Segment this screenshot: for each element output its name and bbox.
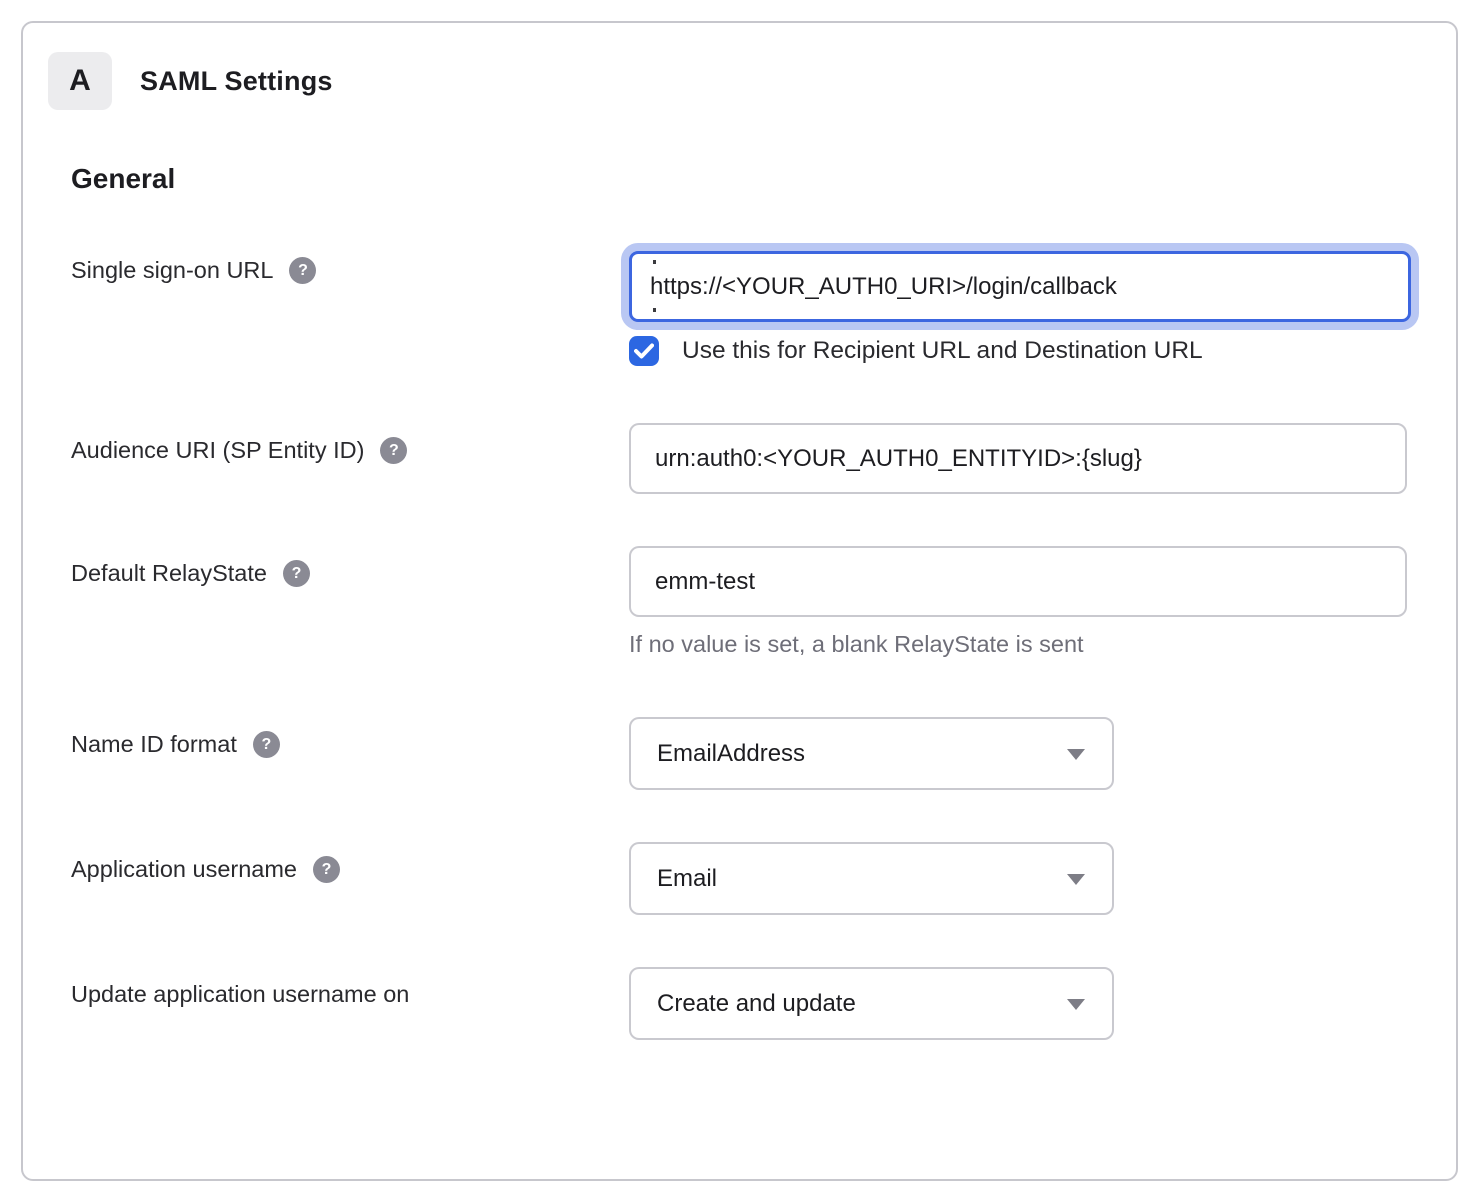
- row-single-sign-on-url: Single sign-on URL ? Use this for Recipi…: [71, 243, 1456, 366]
- row-update-app-username: Update application username on Create an…: [71, 967, 1456, 1040]
- audience-uri-label: Audience URI (SP Entity ID): [71, 436, 364, 464]
- help-icon[interactable]: ?: [283, 560, 310, 587]
- control-col: If no value is set, a blank RelayState i…: [629, 546, 1456, 658]
- app-username-select[interactable]: Email: [629, 842, 1114, 915]
- sso-url-label: Single sign-on URL: [71, 256, 273, 284]
- sso-url-input[interactable]: [629, 251, 1411, 322]
- help-icon[interactable]: ?: [253, 731, 280, 758]
- caret-down-icon: [1067, 749, 1085, 760]
- label-col: Single sign-on URL ?: [71, 243, 629, 366]
- label-col: Update application username on: [71, 967, 629, 1040]
- name-id-format-select[interactable]: EmailAddress: [629, 717, 1114, 790]
- help-icon[interactable]: ?: [289, 257, 316, 284]
- general-section-heading: General: [71, 163, 1456, 195]
- update-app-username-value: Create and update: [657, 990, 856, 1018]
- update-app-username-select[interactable]: Create and update: [629, 967, 1114, 1040]
- caret-down-icon: [1067, 874, 1085, 885]
- audience-uri-input[interactable]: [629, 423, 1407, 494]
- caret-down-icon: [1067, 999, 1085, 1010]
- row-audience-uri: Audience URI (SP Entity ID) ?: [71, 423, 1456, 494]
- update-app-username-label: Update application username on: [71, 980, 409, 1008]
- control-col: Use this for Recipient URL and Destinati…: [629, 243, 1456, 366]
- help-icon[interactable]: ?: [380, 437, 407, 464]
- control-col: [629, 423, 1456, 494]
- control-col: EmailAddress: [629, 717, 1456, 790]
- control-col: Create and update: [629, 967, 1456, 1040]
- sso-url-input-wrap: [629, 251, 1411, 322]
- app-username-label: Application username: [71, 855, 297, 883]
- saml-settings-form: Single sign-on URL ? Use this for Recipi…: [71, 243, 1456, 1040]
- row-default-relaystate: Default RelayState ? If no value is set,…: [71, 546, 1456, 658]
- card-title: SAML Settings: [140, 66, 333, 97]
- checkmark-icon: [634, 343, 654, 359]
- label-col: Default RelayState ?: [71, 546, 629, 658]
- recipient-url-checkbox-row: Use this for Recipient URL and Destinati…: [629, 336, 1456, 366]
- name-id-format-label: Name ID format: [71, 730, 237, 758]
- relaystate-label: Default RelayState: [71, 559, 267, 587]
- section-badge-a: A: [48, 52, 112, 110]
- relaystate-helper-text: If no value is set, a blank RelayState i…: [629, 631, 1456, 658]
- relaystate-input[interactable]: [629, 546, 1407, 617]
- row-name-id-format: Name ID format ? EmailAddress: [71, 717, 1456, 790]
- card-header: A SAML Settings: [48, 52, 1456, 110]
- help-icon[interactable]: ?: [313, 856, 340, 883]
- app-username-value: Email: [657, 865, 717, 893]
- recipient-url-checkbox-label: Use this for Recipient URL and Destinati…: [682, 337, 1203, 365]
- saml-settings-card: A SAML Settings General Single sign-on U…: [21, 21, 1458, 1181]
- label-col: Name ID format ?: [71, 717, 629, 790]
- label-col: Application username ?: [71, 842, 629, 915]
- label-col: Audience URI (SP Entity ID) ?: [71, 423, 629, 494]
- row-application-username: Application username ? Email: [71, 842, 1456, 915]
- control-col: Email: [629, 842, 1456, 915]
- recipient-url-checkbox[interactable]: [629, 336, 659, 366]
- name-id-format-value: EmailAddress: [657, 740, 805, 768]
